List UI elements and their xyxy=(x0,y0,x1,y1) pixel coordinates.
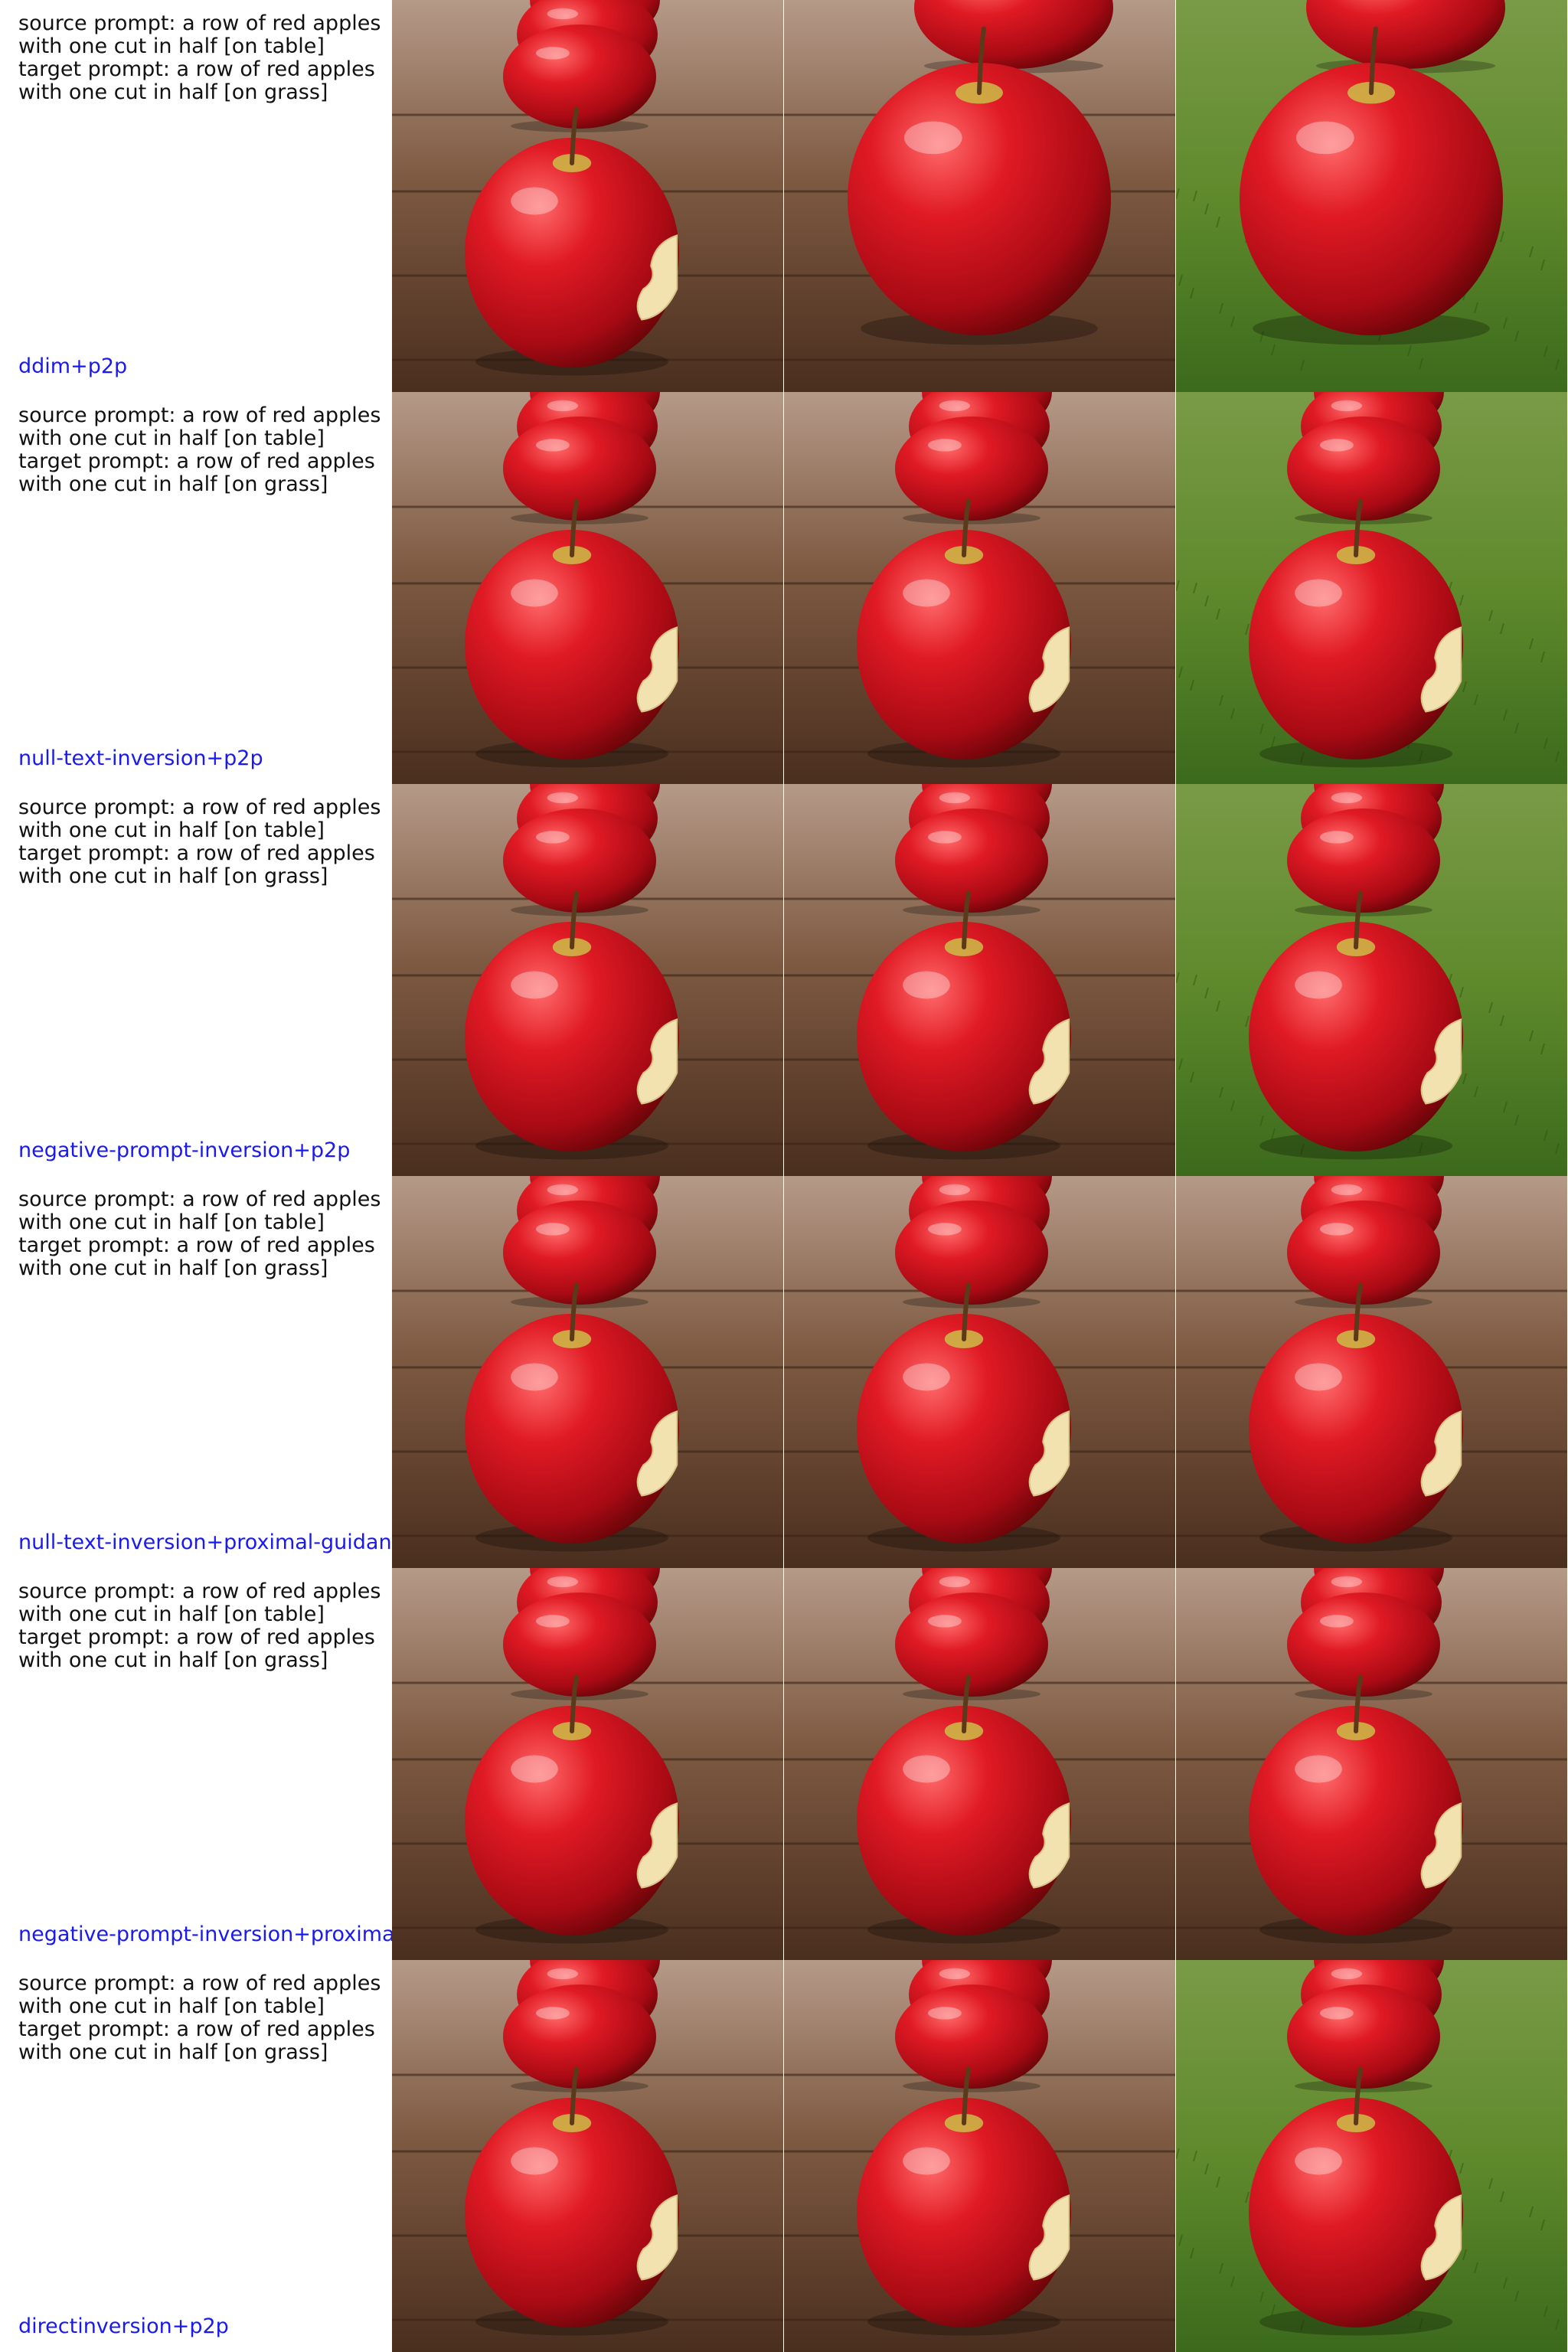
grid-row: source prompt: a row of red apples with o… xyxy=(0,1960,1568,2352)
apple-photo xyxy=(1176,1960,1567,2352)
reconstruction-image xyxy=(784,1568,1175,1960)
reconstruction-image xyxy=(784,0,1175,392)
prompt-text: source prompt: a row of red apples with o… xyxy=(18,1188,381,1280)
method-label: directinversion+p2p xyxy=(18,2314,229,2338)
source-prompt-line2: with one cut in half [on table] xyxy=(18,1994,325,2018)
prompt-text: source prompt: a row of red apples with o… xyxy=(18,12,381,104)
edited-image xyxy=(1176,0,1567,392)
source-prompt-line1: source prompt: a row of red apples xyxy=(18,403,381,427)
method-label: ddim+p2p xyxy=(18,354,128,378)
apple-photo xyxy=(784,0,1175,392)
apple-photo xyxy=(392,0,783,392)
prompt-label-cell: source prompt: a row of red apples with o… xyxy=(0,1568,392,1960)
target-prompt-line2: with one cut in half [on grass] xyxy=(18,864,328,888)
apple-photo xyxy=(392,392,783,784)
source-image xyxy=(392,1176,783,1568)
grid-row: source prompt: a row of red apples with o… xyxy=(0,0,1568,392)
target-prompt-line1: target prompt: a row of red apples xyxy=(18,841,375,865)
edited-image xyxy=(1176,1176,1567,1568)
apple-photo xyxy=(1176,784,1567,1176)
reconstruction-image xyxy=(784,784,1175,1176)
apple-photo xyxy=(784,1960,1175,2352)
target-prompt-line1: target prompt: a row of red apples xyxy=(18,2017,375,2041)
prompt-text: source prompt: a row of red apples with o… xyxy=(18,404,381,496)
edited-image xyxy=(1176,392,1567,784)
reconstruction-image xyxy=(784,392,1175,784)
edited-image xyxy=(1176,784,1567,1176)
edited-image xyxy=(1176,1960,1567,2352)
apple-photo xyxy=(784,1176,1175,1568)
apple-photo xyxy=(784,392,1175,784)
reconstruction-image xyxy=(784,1176,1175,1568)
comparison-grid: source prompt: a row of red apples with o… xyxy=(0,0,1568,2352)
source-prompt-line1: source prompt: a row of red apples xyxy=(18,795,381,819)
target-prompt-line2: with one cut in half [on grass] xyxy=(18,80,328,104)
source-image xyxy=(392,0,783,392)
grid-row: source prompt: a row of red apples with o… xyxy=(0,392,1568,784)
apple-photo xyxy=(784,1568,1175,1960)
source-prompt-line1: source prompt: a row of red apples xyxy=(18,1187,381,1211)
apple-photo xyxy=(392,1568,783,1960)
target-prompt-line2: with one cut in half [on grass] xyxy=(18,1256,328,1280)
prompt-text: source prompt: a row of red apples with o… xyxy=(18,796,381,888)
source-prompt-line1: source prompt: a row of red apples xyxy=(18,1971,381,1995)
grid-row: source prompt: a row of red apples with o… xyxy=(0,1568,1568,1960)
target-prompt-line2: with one cut in half [on grass] xyxy=(18,472,328,496)
method-label: null-text-inversion+proximal-guidance xyxy=(18,1530,392,1554)
grid-row: source prompt: a row of red apples with o… xyxy=(0,1176,1568,1568)
apple-photo xyxy=(1176,392,1567,784)
apple-photo xyxy=(1176,0,1567,392)
prompt-label-cell: source prompt: a row of red apples with o… xyxy=(0,392,392,784)
prompt-label-cell: source prompt: a row of red apples with o… xyxy=(0,1960,392,2352)
method-label: null-text-inversion+p2p xyxy=(18,746,263,770)
prompt-label-cell: source prompt: a row of red apples with o… xyxy=(0,0,392,392)
apple-photo xyxy=(1176,1176,1567,1568)
prompt-label-cell: source prompt: a row of red apples with o… xyxy=(0,1176,392,1568)
apple-photo xyxy=(392,1960,783,2352)
method-label: negative-prompt-inversion+p2p xyxy=(18,1138,351,1162)
target-prompt-line2: with one cut in half [on grass] xyxy=(18,1648,328,1672)
source-image xyxy=(392,784,783,1176)
source-prompt-line1: source prompt: a row of red apples xyxy=(18,11,381,35)
prompt-text: source prompt: a row of red apples with o… xyxy=(18,1580,381,1672)
source-prompt-line2: with one cut in half [on table] xyxy=(18,426,325,450)
edited-image xyxy=(1176,1568,1567,1960)
source-image xyxy=(392,1960,783,2352)
apple-photo xyxy=(392,1176,783,1568)
target-prompt-line1: target prompt: a row of red apples xyxy=(18,1233,375,1257)
target-prompt-line2: with one cut in half [on grass] xyxy=(18,2040,328,2064)
source-prompt-line2: with one cut in half [on table] xyxy=(18,1602,325,1626)
grid-row: source prompt: a row of red apples with o… xyxy=(0,784,1568,1176)
reconstruction-image xyxy=(784,1960,1175,2352)
source-prompt-line1: source prompt: a row of red apples xyxy=(18,1579,381,1603)
prompt-text: source prompt: a row of red apples with o… xyxy=(18,1972,381,2064)
source-image xyxy=(392,392,783,784)
target-prompt-line1: target prompt: a row of red apples xyxy=(18,449,375,473)
source-prompt-line2: with one cut in half [on table] xyxy=(18,1210,325,1234)
prompt-label-cell: source prompt: a row of red apples with o… xyxy=(0,784,392,1176)
target-prompt-line1: target prompt: a row of red apples xyxy=(18,57,375,81)
source-image xyxy=(392,1568,783,1960)
source-prompt-line2: with one cut in half [on table] xyxy=(18,818,325,842)
method-label: negative-prompt-inversion+proximal-g xyxy=(18,1922,392,1946)
apple-photo xyxy=(784,784,1175,1176)
target-prompt-line1: target prompt: a row of red apples xyxy=(18,1625,375,1649)
apple-photo xyxy=(1176,1568,1567,1960)
source-prompt-line2: with one cut in half [on table] xyxy=(18,34,325,58)
apple-photo xyxy=(392,784,783,1176)
